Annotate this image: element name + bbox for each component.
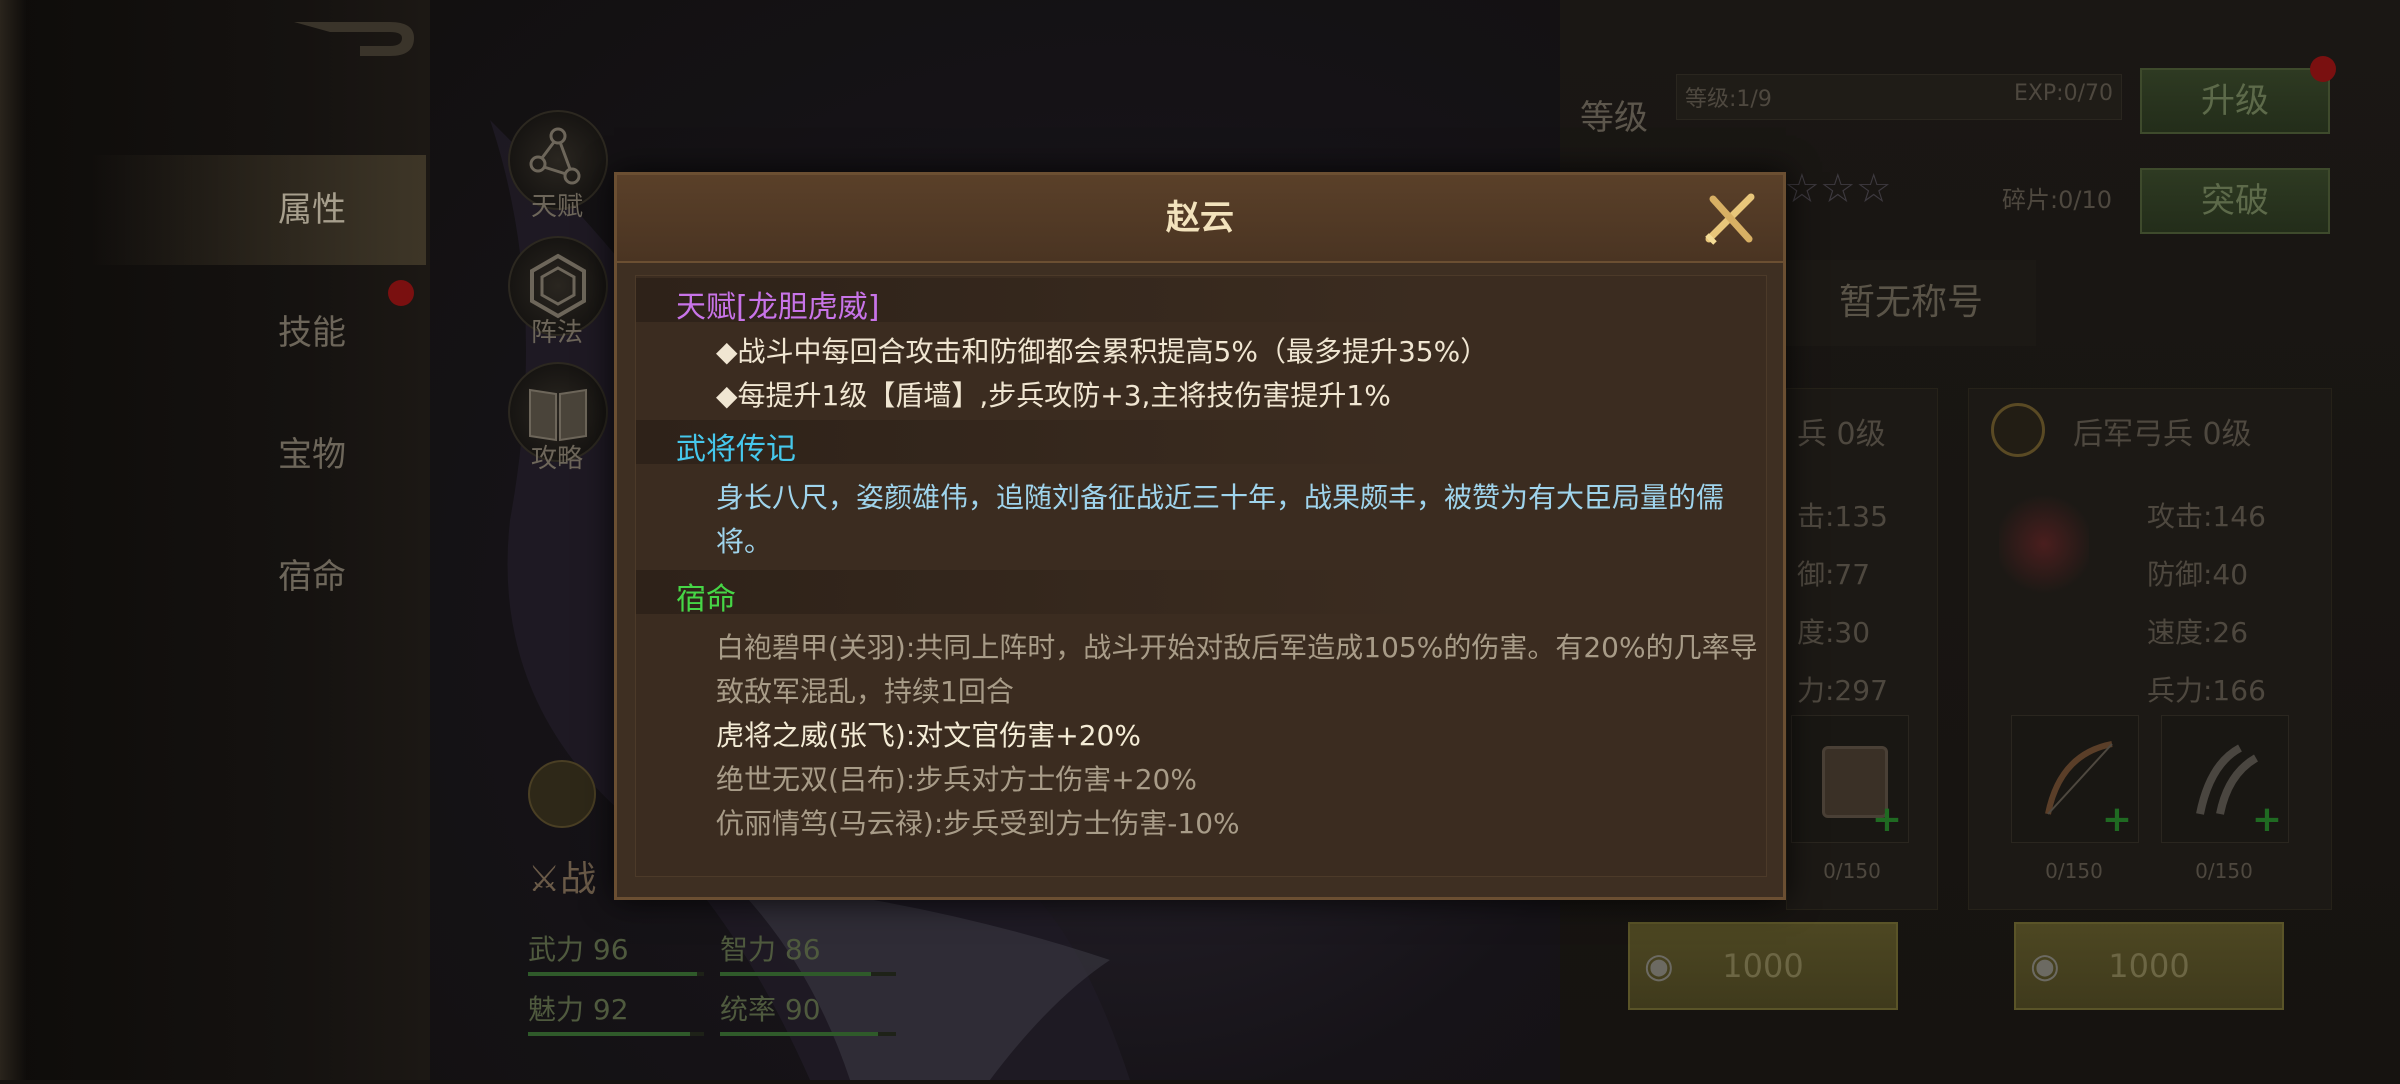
equipment-slot[interactable]: +	[2011, 715, 2139, 843]
troop-stat: 力:297	[1797, 674, 1888, 707]
title-badge: 暂无称号	[1786, 260, 2036, 346]
talent-label: 天赋	[530, 192, 583, 222]
nav-item-label: 宝物	[278, 435, 346, 475]
troop-stat: 兵力:166	[2147, 674, 2266, 707]
fragment-value: 碎片:0/10	[2002, 186, 2112, 214]
add-icon: +	[2251, 799, 2282, 840]
hero-stat: 魅力 92	[528, 988, 704, 1036]
troop-stat: 御:77	[1797, 558, 1871, 591]
buy-button[interactable]: ◉ 1000	[2014, 922, 2284, 1010]
talent-line: ◆每提升1级【盾墙】,步兵攻防+3,主将技伤害提升1%	[716, 379, 1391, 412]
nav-item-treasure[interactable]: 宝物	[90, 400, 426, 510]
upgrade-button[interactable]: 升级	[2140, 68, 2330, 134]
close-button[interactable]	[1697, 185, 1763, 251]
troop-card-archer[interactable]: 后军弓兵 0级 攻击:146 防御:40 速度:26 兵力:166 + 0/15…	[1968, 388, 2332, 910]
stat-bar-fill	[528, 1032, 690, 1036]
left-frame-edge	[0, 0, 26, 1080]
stat-label: 魅力 92	[528, 993, 629, 1026]
level-bar: 等级:1/9 EXP:0/70	[1676, 74, 2122, 120]
star-rating: ☆☆☆	[1784, 166, 1892, 212]
add-icon: +	[2101, 799, 2132, 840]
coin-icon: ◉	[2030, 946, 2060, 986]
destiny-line: 虎将之威(张飞):对文官伤害+20%	[716, 719, 1141, 752]
stat-bar-fill	[720, 1032, 879, 1036]
stat-label: 统率 90	[720, 993, 821, 1026]
nav-item-label: 宿命	[278, 557, 346, 597]
biography-line: 身长八尺，姿颜雄伟，追随刘备征战近三十年，战果颇丰，被赞为有大臣局量的儒	[716, 481, 1725, 514]
troop-stat: 速度:26	[2147, 616, 2249, 649]
cost-value: 1000	[2108, 947, 2190, 985]
destiny-line: 绝世无双(吕布):步兵对方士伤害+20%	[716, 763, 1197, 796]
crossed-swords-icon: ⚔	[528, 859, 561, 900]
stat-label: 武力 96	[528, 933, 629, 966]
equip-count: 0/150	[2195, 859, 2253, 883]
troop-stat: 攻击:146	[2147, 500, 2266, 533]
notification-dot	[2310, 56, 2336, 82]
destiny-line: 致敌军混乱，持续1回合	[716, 675, 1014, 708]
troop-card-infantry[interactable]: 兵 0级 击:135 御:77 度:30 力:297 + 0/150	[1786, 388, 1938, 910]
archer-unit-image	[1999, 489, 2089, 599]
back-arrow-icon	[294, 22, 414, 56]
biography-line: 将。	[716, 525, 773, 558]
hero-seal-icon	[528, 760, 596, 828]
equipment-slot[interactable]: +	[1791, 715, 1909, 843]
nav-item-label: 属性	[278, 190, 346, 230]
formation-label: 阵法	[530, 318, 583, 348]
nav-item-destiny[interactable]: 宿命	[90, 522, 426, 632]
equipment-slot[interactable]: +	[2161, 715, 2289, 843]
destiny-line: 伉丽情笃(马云禄):步兵受到方士伤害-10%	[716, 807, 1240, 840]
section-header-bar	[636, 420, 1766, 464]
talent-title: 天赋[龙胆虎威]	[676, 290, 880, 325]
hero-stat: 武力 96	[528, 928, 704, 976]
back-button[interactable]	[290, 18, 420, 62]
nav-item-attributes[interactable]: 属性	[90, 155, 426, 265]
guide-label: 攻略	[530, 444, 583, 474]
breakthrough-button[interactable]: 突破	[2140, 168, 2330, 234]
equip-count: 0/150	[2045, 859, 2103, 883]
level-label: 等级	[1580, 98, 1648, 138]
close-icon	[1705, 193, 1755, 245]
buy-button[interactable]: ◉ 1000	[1628, 922, 1898, 1010]
add-icon: +	[1871, 799, 1902, 840]
battle-tag: ⚔战	[528, 859, 597, 900]
destiny-title: 宿命	[676, 582, 736, 617]
troop-stat: 击:135	[1797, 500, 1888, 533]
troop-name: 兵 0级	[1797, 417, 1886, 452]
hero-stat: 统率 90	[720, 988, 896, 1036]
equip-count: 0/150	[1823, 859, 1881, 883]
troop-name: 后军弓兵 0级	[2073, 417, 2252, 452]
archer-badge-icon	[1991, 403, 2045, 457]
nav-item-label: 技能	[278, 313, 346, 353]
dialog-body: 天赋[龙胆虎威] ◆战斗中每回合攻击和防御都会累积提高5%（最多提升35%） ◆…	[635, 275, 1767, 877]
troop-stat: 防御:40	[2147, 558, 2249, 591]
destiny-line: 白袍碧甲(关羽):共同上阵时，战斗开始对敌后军造成105%的伤害。有20%的几率…	[716, 631, 1758, 664]
hero-stat: 智力 86	[720, 928, 896, 976]
nav-item-skills[interactable]: 技能	[90, 278, 426, 388]
dialog-title: 赵云	[1166, 198, 1234, 238]
talent-line: ◆战斗中每回合攻击和防御都会累积提高5%（最多提升35%）	[716, 335, 1489, 368]
stat-label: 智力 86	[720, 933, 821, 966]
notification-dot	[388, 280, 414, 306]
cost-value: 1000	[1722, 947, 1804, 985]
stat-bar-fill	[528, 972, 697, 976]
coin-icon: ◉	[1644, 946, 1674, 986]
troop-stat: 度:30	[1797, 616, 1871, 649]
exp-value: EXP:0/70	[2013, 81, 2113, 106]
section-header-bar	[636, 570, 1766, 614]
hero-detail-dialog: 赵云 天赋[龙胆虎威] ◆战斗中每回合攻击和防御都会累积提高5%（最多提升35%…	[614, 172, 1786, 900]
stat-bar-fill	[720, 972, 872, 976]
level-value: 等级:1/9	[1685, 87, 1772, 112]
biography-title: 武将传记	[676, 432, 796, 467]
